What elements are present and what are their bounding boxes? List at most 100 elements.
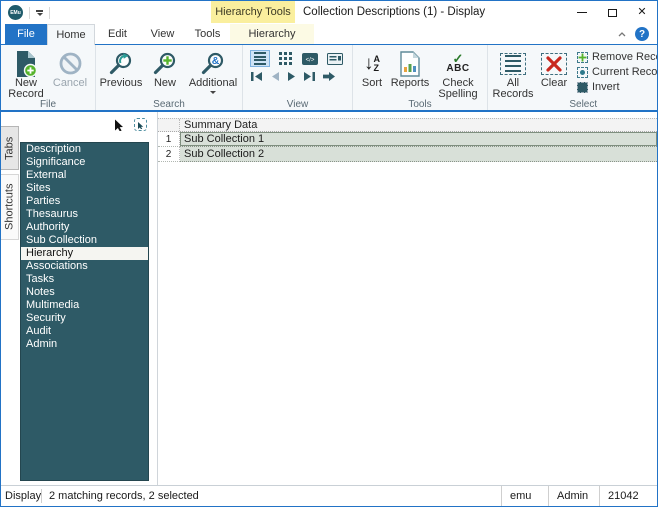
select-small-buttons: Remove Record Current Record Invert xyxy=(573,47,657,93)
group-label-search: Search xyxy=(153,99,185,110)
tab-home[interactable]: Home xyxy=(47,24,95,45)
list-view-button[interactable] xyxy=(250,50,270,67)
close-button[interactable]: ✕ xyxy=(627,1,657,24)
grid-view-icon xyxy=(278,52,292,65)
tab-hierarchy[interactable]: Hierarchy xyxy=(230,24,314,44)
details-view-button[interactable] xyxy=(325,50,345,67)
sidebar-item-thesaurus[interactable]: Thesaurus xyxy=(21,208,148,221)
sidebar-vertical-tab-tabs[interactable]: Tabs xyxy=(1,126,19,170)
code-view-icon: </> xyxy=(302,52,318,65)
remove-record-button[interactable]: Remove Record xyxy=(577,51,657,63)
next-record-icon[interactable] xyxy=(286,71,298,82)
status-session-number: 21042 xyxy=(599,486,657,506)
close-icon: ✕ xyxy=(637,6,647,18)
additional-search-icon: & xyxy=(200,49,226,78)
sidebar-item-authority[interactable]: Authority xyxy=(21,221,148,234)
cursor-arrow-icon[interactable] xyxy=(113,118,125,131)
previous-search-icon xyxy=(108,49,134,78)
additional-dropdown-caret-icon xyxy=(210,91,216,94)
goto-record-icon[interactable] xyxy=(322,71,336,82)
sidebar: Tabs Shortcuts Description Significance … xyxy=(1,112,157,485)
app-icon[interactable]: EMu xyxy=(8,5,23,20)
table-row[interactable]: 2 Sub Collection 2 xyxy=(158,147,657,162)
sidebar-tab-list: Description Significance External Sites … xyxy=(20,142,149,481)
ribbon: New Record Cancel File Previous New & Ad… xyxy=(1,45,657,112)
current-record-icon xyxy=(577,66,588,78)
divider xyxy=(29,6,30,19)
sidebar-item-notes[interactable]: Notes xyxy=(21,286,148,299)
row-number: 1 xyxy=(158,132,180,147)
group-label-view: View xyxy=(286,99,309,110)
sidebar-item-sub-collection[interactable]: Sub Collection xyxy=(21,234,148,247)
current-record-button[interactable]: Current Record xyxy=(577,66,657,78)
sidebar-item-external[interactable]: External xyxy=(21,169,148,182)
row-summary[interactable]: Sub Collection 1 xyxy=(180,132,657,147)
additional-search-button[interactable]: & Additional xyxy=(187,47,239,94)
tab-view[interactable]: View xyxy=(140,24,185,44)
view-mode-row: </> xyxy=(250,50,345,67)
record-list: Summary Data 1 Sub Collection 1 2 Sub Co… xyxy=(157,112,657,485)
status-server: emu xyxy=(501,486,548,506)
previous-search-button[interactable]: Previous xyxy=(99,47,143,89)
cancel-button[interactable]: Cancel xyxy=(48,47,92,89)
sidebar-item-parties[interactable]: Parties xyxy=(21,195,148,208)
tab-tools[interactable]: Tools xyxy=(185,24,230,44)
all-records-icon xyxy=(500,49,526,78)
list-view-icon xyxy=(254,51,266,67)
app-window: EMu Hierarchy Tools Collection Descripti… xyxy=(0,0,658,507)
maximize-button[interactable] xyxy=(597,1,627,24)
first-record-icon[interactable] xyxy=(250,71,264,82)
svg-text:&: & xyxy=(212,55,220,67)
sidebar-item-multimedia[interactable]: Multimedia xyxy=(21,299,148,312)
last-record-icon[interactable] xyxy=(303,71,317,82)
all-records-button[interactable]: All Records xyxy=(491,47,535,100)
sidebar-item-sites[interactable]: Sites xyxy=(21,182,148,195)
divider xyxy=(49,6,50,19)
minimize-button[interactable] xyxy=(567,1,597,24)
new-record-icon xyxy=(14,49,39,78)
sidebar-vertical-tab-shortcuts[interactable]: Shortcuts xyxy=(1,174,19,240)
previous-record-icon[interactable] xyxy=(269,71,281,82)
invert-selection-button[interactable]: Invert xyxy=(577,81,657,93)
sidebar-toolbar xyxy=(113,118,147,131)
remove-record-icon xyxy=(577,51,588,63)
new-search-button[interactable]: New xyxy=(143,47,187,89)
grid-view-button[interactable] xyxy=(275,50,295,67)
sidebar-item-tasks[interactable]: Tasks xyxy=(21,273,148,286)
sidebar-item-security[interactable]: Security xyxy=(21,312,148,325)
details-view-icon xyxy=(327,52,343,65)
check-spelling-button[interactable]: ✓ ABC Check Spelling xyxy=(432,47,484,100)
marquee-select-icon[interactable] xyxy=(134,118,147,131)
new-search-icon xyxy=(152,49,178,78)
sidebar-item-hierarchy[interactable]: Hierarchy xyxy=(21,247,148,260)
sidebar-item-admin[interactable]: Admin xyxy=(21,338,148,351)
sidebar-item-description[interactable]: Description xyxy=(21,143,148,156)
row-number-column-header[interactable] xyxy=(158,119,180,131)
sort-button[interactable]: ↓ AZ Sort xyxy=(356,47,388,89)
quick-access-dropdown-icon[interactable] xyxy=(36,9,43,16)
ribbon-group-search: Previous New & Additional Search xyxy=(96,45,243,110)
group-label-select: Select xyxy=(569,99,598,110)
minimize-icon xyxy=(577,12,587,13)
help-icon[interactable]: ? xyxy=(635,27,649,41)
clear-selection-icon xyxy=(541,49,567,78)
sidebar-item-associations[interactable]: Associations xyxy=(21,260,148,273)
tab-file[interactable]: File xyxy=(5,24,47,44)
tab-edit[interactable]: Edit xyxy=(95,24,140,44)
record-navigation-row xyxy=(250,71,345,82)
collapse-ribbon-icon[interactable] xyxy=(618,31,626,37)
reports-button[interactable]: Reports xyxy=(388,47,432,89)
row-summary[interactable]: Sub Collection 2 xyxy=(180,147,657,162)
ribbon-tab-row: File Home Edit View Tools Hierarchy ? xyxy=(1,24,657,45)
tab-row-right: ? xyxy=(618,24,649,44)
status-record-count: 2 matching records, 2 selected xyxy=(49,490,199,502)
sidebar-item-audit[interactable]: Audit xyxy=(21,325,148,338)
table-row[interactable]: 1 Sub Collection 1 xyxy=(158,132,657,147)
new-record-button[interactable]: New Record xyxy=(4,47,48,100)
clear-selection-button[interactable]: Clear xyxy=(535,47,573,89)
cancel-icon xyxy=(58,49,83,78)
check-spelling-icon: ✓ ABC xyxy=(446,50,470,74)
summary-data-column-header[interactable]: Summary Data xyxy=(180,119,657,131)
sidebar-item-significance[interactable]: Significance xyxy=(21,156,148,169)
code-view-button[interactable]: </> xyxy=(300,50,320,67)
